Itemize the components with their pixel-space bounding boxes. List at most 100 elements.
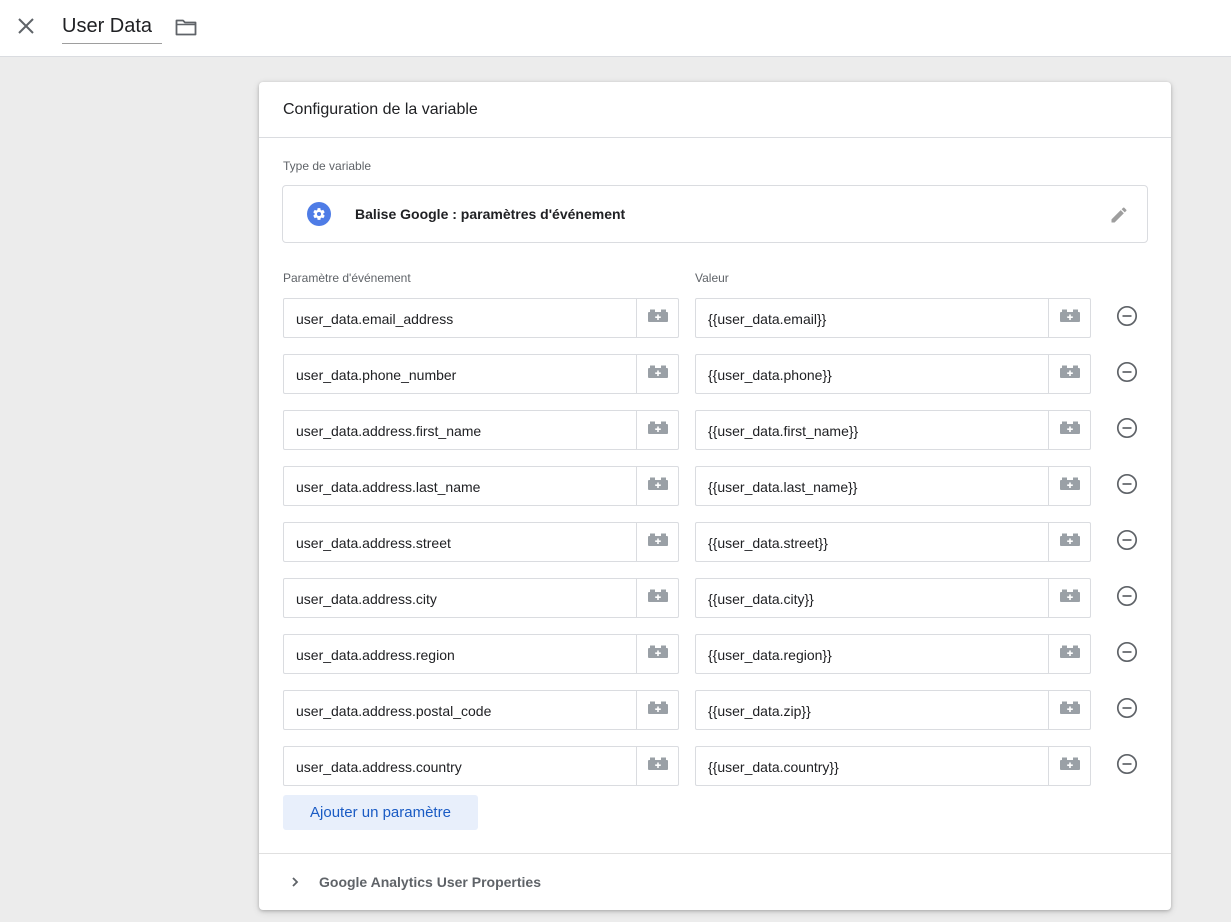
close-button[interactable] [12, 12, 40, 40]
minus-circle-icon [1116, 753, 1138, 780]
minus-circle-icon [1116, 473, 1138, 500]
insert-variable-button[interactable] [1048, 635, 1090, 673]
param-value-value: {{user_data.country}} [708, 759, 839, 775]
param-value-field[interactable]: {{user_data.country}} [695, 746, 1091, 786]
param-name-field[interactable]: user_data.address.region [283, 634, 679, 674]
param-name-value: user_data.address.region [296, 647, 455, 663]
param-value-field[interactable]: {{user_data.street}} [695, 522, 1091, 562]
param-value-value: {{user_data.city}} [708, 591, 814, 607]
add-parameter-button[interactable]: Ajouter un paramètre [283, 795, 478, 830]
insert-variable-button[interactable] [636, 747, 678, 785]
param-value-field[interactable]: {{user_data.last_name}} [695, 466, 1091, 506]
insert-variable-button[interactable] [636, 691, 678, 729]
variable-icon [647, 757, 669, 776]
google-analytics-user-properties-section[interactable]: Google Analytics User Properties [283, 868, 541, 896]
param-value-value: {{user_data.region}} [708, 647, 832, 663]
param-name-value: user_data.email_address [296, 311, 454, 327]
param-value-value: {{user_data.phone}} [708, 367, 832, 383]
variable-icon [647, 701, 669, 720]
parameter-row: user_data.address.first_name {{user_data.… [283, 410, 1147, 450]
param-name-value: user_data.address.first_name [296, 423, 482, 439]
minus-circle-icon [1116, 529, 1138, 556]
remove-row-button[interactable] [1115, 753, 1139, 780]
folder-button[interactable] [174, 15, 198, 39]
remove-row-button[interactable] [1115, 473, 1139, 500]
insert-variable-button[interactable] [636, 355, 678, 393]
param-name-value: user_data.address.last_name [296, 479, 481, 495]
minus-circle-icon [1116, 585, 1138, 612]
remove-row-button[interactable] [1115, 417, 1139, 442]
parameter-row: user_data.phone_number {{user_data.phone}… [283, 354, 1147, 394]
minus-circle-icon [1116, 641, 1138, 668]
variable-icon [1059, 589, 1081, 608]
parameter-row: user_data.address.last_name {{user_data.l… [283, 466, 1147, 506]
minus-circle-icon [1116, 305, 1138, 332]
param-name-value: user_data.address.country [296, 759, 462, 775]
variable-icon [1059, 645, 1081, 664]
chevron-right-icon [283, 870, 307, 894]
insert-variable-button[interactable] [1048, 691, 1090, 729]
param-name-field[interactable]: user_data.address.country [283, 746, 679, 786]
param-name-field[interactable]: user_data.email_address [283, 298, 679, 338]
param-name-field[interactable]: user_data.address.last_name [283, 466, 679, 506]
variable-icon [1059, 477, 1081, 496]
param-name-value: user_data.address.city [296, 591, 437, 607]
param-value-field[interactable]: {{user_data.first_name}} [695, 410, 1091, 450]
param-column-label: Paramètre d'événement [283, 271, 411, 285]
expander-label: Google Analytics User Properties [319, 874, 541, 890]
variable-type-box[interactable]: Balise Google : paramètres d'événement [282, 185, 1148, 243]
insert-variable-button[interactable] [1048, 355, 1090, 393]
insert-variable-button[interactable] [1048, 579, 1090, 617]
param-value-value: {{user_data.last_name}} [708, 479, 858, 495]
top-bar: User Data [0, 0, 1231, 57]
parameter-row: user_data.address.region {{user_data.regi… [283, 634, 1147, 674]
param-value-field[interactable]: {{user_data.city}} [695, 578, 1091, 618]
param-value-value: {{user_data.first_name}} [708, 423, 859, 439]
insert-variable-button[interactable] [636, 467, 678, 505]
param-value-field[interactable]: {{user_data.zip}} [695, 690, 1091, 730]
remove-row-button[interactable] [1115, 305, 1139, 332]
param-name-field[interactable]: user_data.phone_number [283, 354, 679, 394]
param-name-field[interactable]: user_data.address.first_name [283, 410, 679, 450]
insert-variable-button[interactable] [636, 299, 678, 337]
insert-variable-button[interactable] [1048, 299, 1090, 337]
insert-variable-button[interactable] [1048, 411, 1090, 449]
remove-row-button[interactable] [1115, 529, 1139, 556]
param-value-field[interactable]: {{user_data.email}} [695, 298, 1091, 338]
remove-row-button[interactable] [1115, 585, 1139, 612]
variable-icon [647, 645, 669, 664]
value-column-label: Valeur [695, 271, 729, 285]
variable-type-label: Type de variable [283, 159, 372, 173]
remove-row-button[interactable] [1115, 361, 1139, 386]
variable-icon [1059, 421, 1081, 440]
param-value-field[interactable]: {{user_data.phone}} [695, 354, 1091, 394]
variable-configuration-card: Configuration de la variable Type de var… [259, 82, 1171, 910]
edit-type-button[interactable] [1107, 203, 1131, 227]
param-name-field[interactable]: user_data.address.street [283, 522, 679, 562]
insert-variable-button[interactable] [636, 579, 678, 617]
param-value-value: {{user_data.email}} [708, 311, 827, 327]
folder-icon [175, 19, 197, 36]
minus-circle-icon [1116, 697, 1138, 724]
remove-row-button[interactable] [1115, 641, 1139, 668]
insert-variable-button[interactable] [1048, 467, 1090, 505]
variable-icon [647, 309, 669, 328]
variable-name-input[interactable]: User Data [62, 12, 162, 44]
insert-variable-button[interactable] [1048, 747, 1090, 785]
param-value-field[interactable]: {{user_data.region}} [695, 634, 1091, 674]
insert-variable-button[interactable] [636, 411, 678, 449]
param-name-field[interactable]: user_data.address.city [283, 578, 679, 618]
insert-variable-button[interactable] [1048, 523, 1090, 561]
variable-icon [1059, 757, 1081, 776]
variable-icon [1059, 701, 1081, 720]
gear-icon [307, 202, 331, 226]
variable-icon [1059, 365, 1081, 384]
remove-row-button[interactable] [1115, 697, 1139, 724]
variable-icon [647, 589, 669, 608]
variable-icon [647, 365, 669, 384]
insert-variable-button[interactable] [636, 523, 678, 561]
insert-variable-button[interactable] [636, 635, 678, 673]
param-name-field[interactable]: user_data.address.postal_code [283, 690, 679, 730]
parameter-row: user_data.email_address {{user_data.email… [283, 298, 1147, 338]
variable-icon [1059, 533, 1081, 552]
